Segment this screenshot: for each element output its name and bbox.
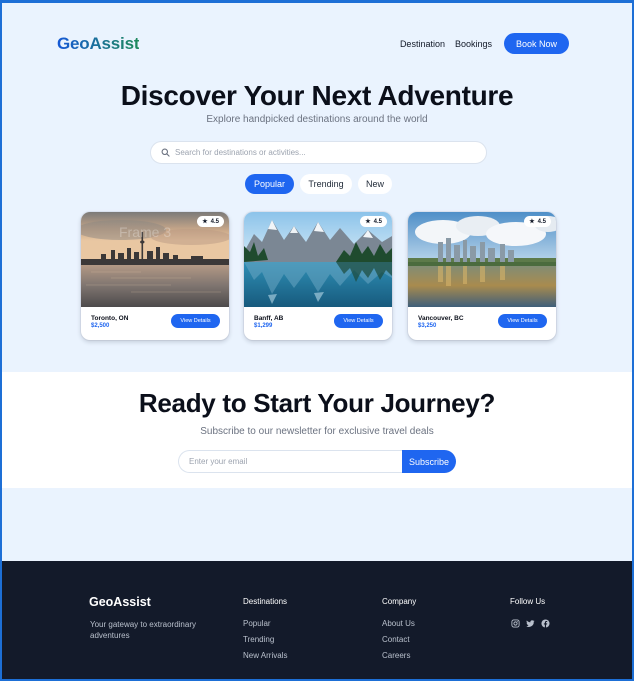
footer-link-trending[interactable]: Trending xyxy=(243,635,287,645)
card-title: Toronto, ON xyxy=(91,315,129,322)
star-icon: ★ xyxy=(202,219,208,225)
footer-link-careers[interactable]: Careers xyxy=(382,651,416,661)
nav-destination-link[interactable]: Destination xyxy=(400,39,445,49)
footer-tagline: Your gateway to extraordinary adventures xyxy=(90,620,196,640)
tab-new[interactable]: New xyxy=(358,174,392,194)
footer-brand: GeoAssist xyxy=(89,595,151,609)
hero-subtitle: Explore handpicked destinations around t… xyxy=(206,114,428,125)
destination-card-banff[interactable]: ★ 4.5 Banff, AB $1,299 View Details xyxy=(244,212,392,340)
newsletter-form: Subscribe xyxy=(178,450,456,473)
star-icon: ★ xyxy=(529,219,535,225)
facebook-icon[interactable] xyxy=(541,619,550,628)
frame-label: Frame 3 xyxy=(119,224,172,240)
tab-trending[interactable]: Trending xyxy=(300,174,352,194)
rating-badge: ★ 4.5 xyxy=(360,216,387,227)
instagram-icon[interactable] xyxy=(511,619,520,628)
footer-destinations: Destinations Popular Trending New Arriva… xyxy=(243,597,287,667)
star-icon: ★ xyxy=(365,219,371,225)
rating-badge: ★ 4.5 xyxy=(197,216,224,227)
book-now-button[interactable]: Book Now xyxy=(504,33,569,54)
rating-value: 4.5 xyxy=(373,218,382,225)
footer-link-popular[interactable]: Popular xyxy=(243,619,287,629)
newsletter-subtitle: Subscribe to our newsletter for exclusiv… xyxy=(200,426,434,437)
view-details-button[interactable]: View Details xyxy=(171,314,220,328)
subscribe-button[interactable]: Subscribe xyxy=(402,450,456,473)
footer-heading: Follow Us xyxy=(510,597,546,606)
rating-value: 4.5 xyxy=(210,218,219,225)
twitter-icon[interactable] xyxy=(526,619,535,628)
main-nav: Destination Bookings Book Now xyxy=(400,33,569,54)
card-title: Vancouver, BC xyxy=(418,315,464,322)
footer-heading: Company xyxy=(382,597,417,606)
newsletter-section: Ready to Start Your Journey? Subscribe t… xyxy=(0,372,634,488)
card-price: $2,500 xyxy=(91,323,110,329)
footer-heading: Destinations xyxy=(243,597,288,606)
search-input[interactable] xyxy=(175,148,465,157)
card-price: $1,299 xyxy=(254,323,273,329)
site-header: GeoAssist Destination Bookings Book Now xyxy=(0,0,634,86)
footer-follow: Follow Us xyxy=(510,597,556,628)
destination-card-vancouver[interactable]: ★ 4.5 Vancouver, BC $3,250 View Details xyxy=(408,212,556,340)
rating-value: 4.5 xyxy=(537,218,546,225)
logo[interactable]: GeoAssist xyxy=(57,34,139,54)
email-field[interactable] xyxy=(178,450,402,473)
search-bar[interactable] xyxy=(150,141,487,164)
social-icons xyxy=(511,619,556,628)
newsletter-title: Ready to Start Your Journey? xyxy=(138,388,496,418)
rating-badge: ★ 4.5 xyxy=(524,216,551,227)
nav-bookings-link[interactable]: Bookings xyxy=(455,39,492,49)
view-details-button[interactable]: View Details xyxy=(334,314,383,328)
footer-company: Company About Us Contact Careers xyxy=(382,597,416,667)
filter-tabs: Popular Trending New xyxy=(245,174,398,194)
hero-title: Discover Your Next Adventure xyxy=(120,80,514,111)
footer-link-new-arrivals[interactable]: New Arrivals xyxy=(243,651,287,661)
view-details-button[interactable]: View Details xyxy=(498,314,547,328)
card-price: $3,250 xyxy=(418,323,437,329)
destination-card-toronto[interactable]: Frame 3 ★ 4.5 Toronto, ON $2,500 View De… xyxy=(81,212,229,340)
site-footer: GeoAssist Your gateway to extraordinary … xyxy=(0,561,634,681)
footer-link-contact[interactable]: Contact xyxy=(382,635,416,645)
card-title: Banff, AB xyxy=(254,315,284,322)
search-icon xyxy=(161,148,170,157)
tab-popular[interactable]: Popular xyxy=(245,174,294,194)
footer-link-about-us[interactable]: About Us xyxy=(382,619,416,629)
